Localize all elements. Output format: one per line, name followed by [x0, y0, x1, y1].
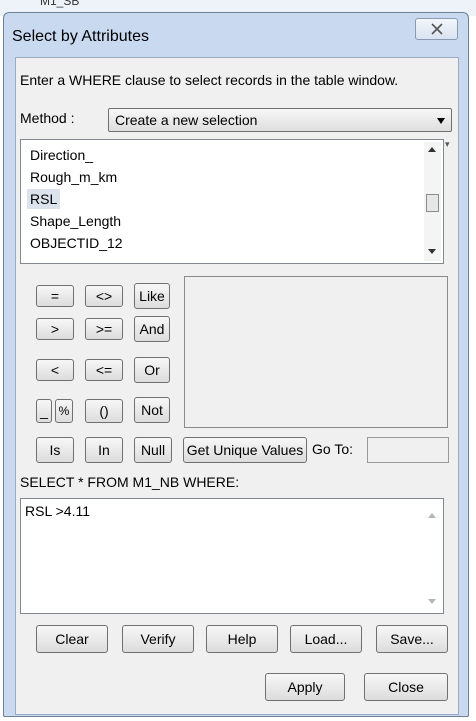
close-icon	[431, 23, 443, 35]
scroll-down-icon[interactable]	[428, 249, 436, 254]
field-item-selected[interactable]: RSL	[27, 189, 61, 209]
save-button[interactable]: Save...	[376, 625, 448, 653]
fields-list[interactable]: Direction_ Rough_m_km RSL Shape_Length O…	[20, 139, 444, 264]
method-label: Method :	[20, 110, 75, 126]
sql-scroll-down-icon[interactable]	[428, 599, 436, 604]
clear-button[interactable]: Clear	[36, 625, 108, 653]
apply-button[interactable]: Apply	[265, 673, 345, 701]
is-button[interactable]: Is	[36, 437, 74, 463]
field-item[interactable]: Direction_	[27, 145, 96, 165]
unique-values-list[interactable]	[184, 276, 448, 428]
field-item[interactable]: Shape_Length	[27, 211, 124, 231]
close-button[interactable]: Close	[364, 673, 448, 701]
close-window-button[interactable]	[415, 18, 458, 40]
method-dropdown-value: Create a new selection	[115, 112, 258, 128]
scrollbar-thumb[interactable]	[426, 194, 439, 212]
like-button[interactable]: Like	[134, 283, 170, 309]
verify-button[interactable]: Verify	[122, 625, 194, 653]
greater-than-button[interactable]: >	[36, 318, 74, 340]
scroll-up-icon[interactable]	[428, 147, 436, 152]
field-item[interactable]: Rough_m_km	[27, 167, 120, 187]
help-button[interactable]: Help	[206, 625, 278, 653]
fields-scrollbar[interactable]	[424, 142, 441, 261]
field-item[interactable]: OBJECTID_12	[27, 233, 126, 253]
less-equal-button[interactable]: <=	[85, 359, 123, 381]
or-button[interactable]: Or	[134, 357, 170, 383]
in-button[interactable]: In	[85, 437, 123, 463]
greater-equal-button[interactable]: >=	[85, 318, 123, 340]
get-unique-values-button[interactable]: Get Unique Values	[183, 437, 307, 463]
null-button[interactable]: Null	[134, 437, 172, 463]
where-clause-editor[interactable]: RSL >4.11	[20, 498, 444, 614]
sql-scroll-up-icon[interactable]	[428, 513, 436, 518]
background-window-text: M1_SB	[40, 0, 80, 8]
chevron-down-icon	[437, 118, 445, 124]
goto-label: Go To:	[312, 441, 353, 457]
dialog-title: Select by Attributes	[12, 28, 149, 45]
and-button[interactable]: And	[134, 316, 170, 342]
not-equal-button[interactable]: <>	[85, 285, 123, 307]
method-dropdown[interactable]: Create a new selection	[108, 108, 452, 132]
not-button[interactable]: Not	[134, 397, 170, 423]
list-resize-icon: ▾	[445, 139, 450, 149]
where-clause-text: RSL >4.11	[25, 503, 90, 519]
select-statement: SELECT * FROM M1_NB WHERE:	[20, 474, 240, 490]
less-than-button[interactable]: <	[36, 359, 74, 381]
instruction-text: Enter a WHERE clause to select records i…	[20, 72, 399, 88]
underscore-wildcard-button[interactable]: _	[36, 399, 52, 423]
load-button[interactable]: Load...	[290, 625, 362, 653]
parentheses-button[interactable]: ()	[85, 399, 123, 423]
goto-input[interactable]	[367, 437, 449, 463]
equals-button[interactable]: =	[36, 285, 74, 307]
percent-wildcard-button[interactable]: %	[55, 399, 73, 423]
